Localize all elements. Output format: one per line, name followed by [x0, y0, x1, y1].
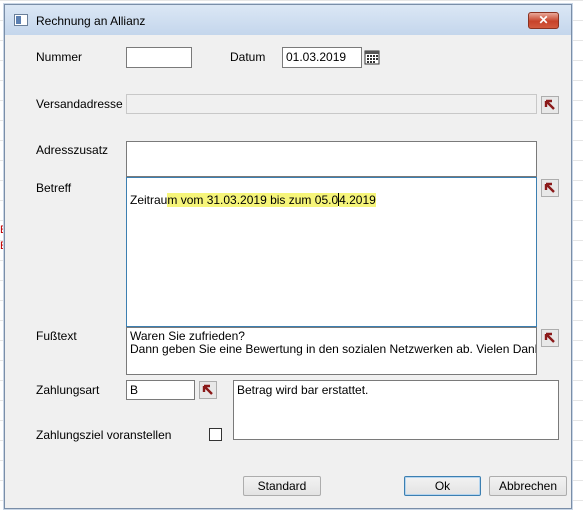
versandadresse-select-button[interactable]: [541, 96, 559, 114]
betreff-input[interactable]: Zeitraum vom 31.03.2019 bis zum 05.04.20…: [126, 177, 537, 327]
datum-label: Datum: [230, 50, 266, 64]
close-button[interactable]: ✕: [528, 12, 559, 29]
zahlungsziel-label: Zahlungsziel voranstellen: [36, 428, 172, 442]
betreff-selection: m vom 31.03.2019 bis zum 05.0: [167, 193, 339, 207]
calendar-icon[interactable]: [364, 49, 380, 65]
adresszusatz-label: Adresszusatz: [36, 143, 109, 157]
betreff-selection-end: 4.2019: [339, 193, 376, 207]
arrow-up-left-icon: [544, 182, 555, 193]
arrow-up-left-icon: [202, 384, 213, 395]
arrow-up-left-icon: [544, 99, 555, 110]
arrow-up-left-icon: [544, 332, 555, 343]
window-title: Rechnung an Allianz: [36, 14, 146, 28]
datum-input[interactable]: 01.03.2019: [282, 47, 362, 68]
betreff-select-button[interactable]: [541, 179, 559, 197]
invoice-dialog: Rechnung an Allianz ✕ Nummer Datum 01.03…: [4, 4, 572, 509]
title-bar[interactable]: Rechnung an Allianz ✕: [5, 5, 571, 35]
fusstext-select-button[interactable]: [541, 329, 559, 347]
betreff-label: Betreff: [36, 181, 72, 195]
dialog-body: Nummer Datum 01.03.2019 Versandadresse A…: [12, 35, 567, 501]
betreff-text: Zeitrau: [130, 193, 168, 207]
fusstext-label: Fußtext: [36, 329, 77, 343]
nummer-label: Nummer: [36, 50, 83, 64]
zahlungsart-description: Betrag wird bar erstattet.: [233, 380, 559, 440]
adresszusatz-input[interactable]: [126, 141, 537, 177]
zahlungsart-label: Zahlungsart: [36, 383, 100, 397]
zahlungsart-select-button[interactable]: [199, 381, 217, 399]
versandadresse-input[interactable]: [126, 94, 537, 114]
versandadresse-label: Versandadresse: [36, 97, 123, 111]
standard-button[interactable]: Standard: [243, 476, 321, 496]
fusstext-input[interactable]: Waren Sie zufrieden? Dann geben Sie eine…: [126, 327, 537, 375]
ok-button[interactable]: Ok: [404, 476, 481, 496]
window-icon: [14, 14, 28, 26]
zahlungsart-input[interactable]: B: [126, 380, 195, 400]
zahlungsziel-checkbox[interactable]: [209, 428, 222, 441]
abbrechen-button[interactable]: Abbrechen: [489, 476, 567, 496]
nummer-input[interactable]: [126, 47, 192, 68]
